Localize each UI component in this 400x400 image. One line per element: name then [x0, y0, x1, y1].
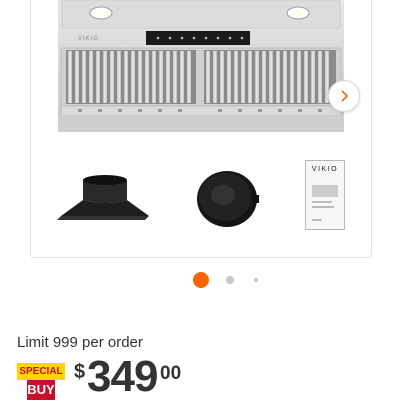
manual-brand-label: VIKIO — [311, 166, 339, 173]
range-hood-icon: VIKIO — [58, 0, 344, 132]
badge-bottom-label: BUY — [27, 380, 55, 400]
duct-adapter-icon — [57, 175, 149, 220]
charcoal-filter-icon — [197, 171, 259, 227]
manual-booklet-icon: VIKIO — [305, 160, 345, 230]
gallery-pagination — [0, 272, 400, 288]
pagination-dot[interactable] — [254, 278, 258, 282]
badge-top-label: SPECIAL — [17, 363, 65, 380]
manual-illustration-icon — [312, 185, 338, 221]
next-image-button[interactable] — [328, 80, 360, 112]
pagination-dot-active[interactable] — [193, 272, 209, 288]
special-buy-badge: SPECIAL BUY — [17, 363, 65, 400]
hood-brand-label: VIKIO — [78, 36, 99, 42]
price-currency: $ — [74, 361, 86, 383]
chevron-right-icon — [341, 90, 349, 102]
price-cents: 00 — [160, 363, 182, 384]
purchase-limit-text: Limit 999 per order — [17, 334, 143, 351]
pagination-dot[interactable] — [226, 276, 234, 284]
price-dollars: 349 — [87, 352, 158, 400]
